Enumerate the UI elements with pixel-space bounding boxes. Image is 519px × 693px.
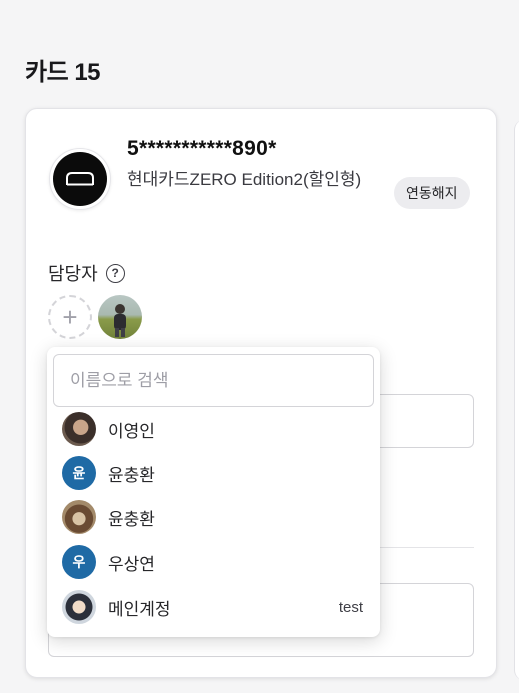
manager-section-label: 담당자 ? (48, 260, 125, 286)
manager-option[interactable]: 이영인 (47, 407, 380, 451)
option-name: 우상연 (108, 554, 155, 574)
card-number: 5***********890* (127, 137, 277, 160)
manager-avatar[interactable] (98, 295, 142, 339)
user-avatar (62, 412, 96, 446)
manager-option[interactable]: 우 우상연 (47, 540, 380, 584)
user-avatar: 우 (62, 545, 96, 579)
manager-search-input[interactable] (53, 354, 374, 407)
unlink-button[interactable]: 연동해지 (394, 177, 470, 209)
next-card-edge (514, 120, 519, 680)
card-brand-logo (49, 148, 111, 210)
manager-option[interactable]: 윤충환 (47, 495, 380, 539)
question-circle-icon[interactable]: ? (105, 263, 125, 283)
card-logo-icon (53, 152, 107, 206)
page-title: 카드 15 (25, 59, 101, 86)
option-name: 메인계정 (108, 599, 171, 619)
manager-dropdown: 이영인 윤 윤충환 윤충환 우 우상연 메인계정 test (47, 347, 380, 637)
option-name: 이영인 (108, 421, 155, 441)
option-tag: test (338, 598, 363, 616)
user-avatar: 윤 (62, 456, 96, 490)
add-manager-button[interactable]: + (48, 295, 92, 339)
option-name: 윤충환 (108, 465, 155, 485)
manager-label-text: 담당자 (48, 264, 98, 284)
manager-option[interactable]: 메인계정 test (47, 585, 380, 629)
option-name: 윤충환 (108, 509, 155, 529)
card-product-name: 현대카드ZERO Edition2(할인형) (127, 170, 362, 189)
user-avatar (62, 500, 96, 534)
plus-icon: + (62, 301, 78, 332)
user-avatar (62, 590, 96, 624)
manager-option[interactable]: 윤 윤충환 (47, 451, 380, 495)
